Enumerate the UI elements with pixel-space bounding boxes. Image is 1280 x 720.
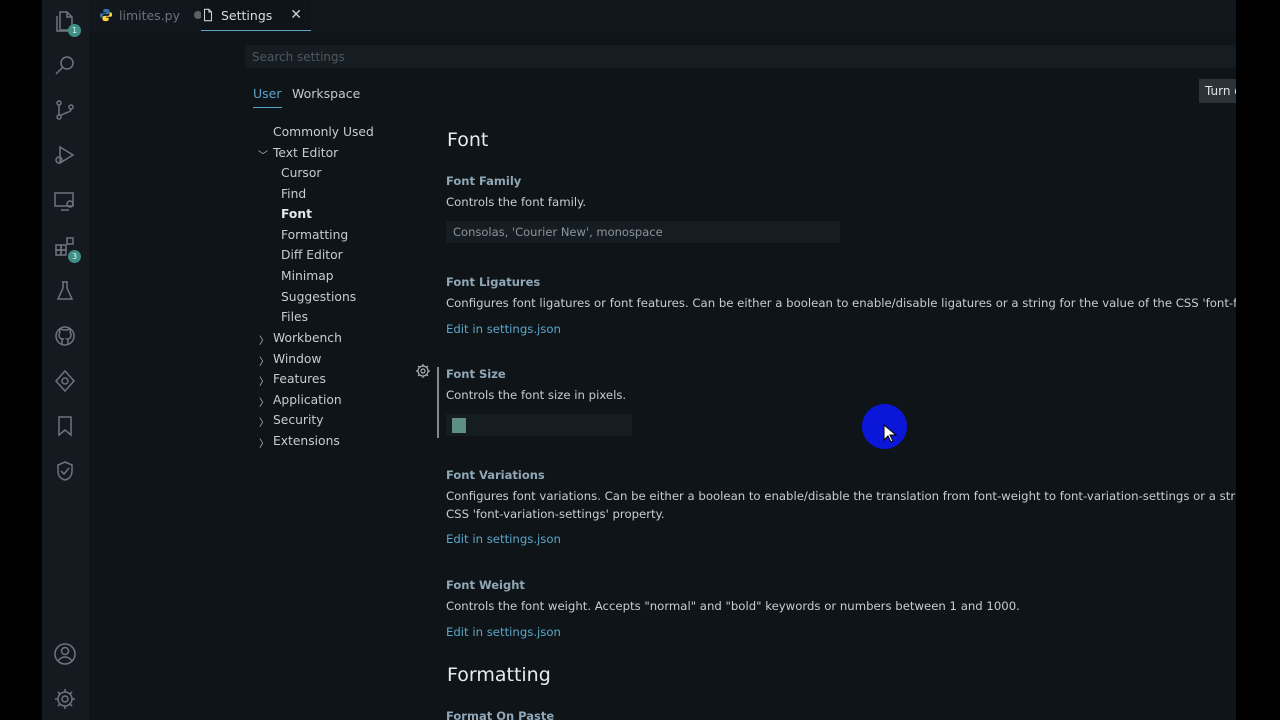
toc-diff-editor[interactable]: Diff Editor bbox=[281, 248, 343, 262]
extensions-icon[interactable]: 3 bbox=[53, 235, 81, 263]
toc-font[interactable]: Font bbox=[281, 207, 312, 221]
tab-settings[interactable]: Settings ✕ bbox=[201, 0, 311, 31]
testing-icon[interactable] bbox=[53, 279, 77, 303]
toc-window[interactable]: Window bbox=[273, 352, 322, 366]
toc-security[interactable]: Security bbox=[273, 413, 324, 427]
toc-formatting[interactable]: Formatting bbox=[281, 228, 348, 242]
activity-bar: 1 3 bbox=[42, 0, 89, 720]
mouse-pointer-icon bbox=[883, 424, 898, 443]
text-selection-highlight bbox=[452, 418, 466, 433]
toc-extensions[interactable]: Extensions bbox=[273, 434, 340, 448]
setting-font-variations-desc-2: CSS 'font-variation-settings' property. bbox=[446, 507, 665, 521]
chevron-right-icon[interactable]: 〉 bbox=[259, 394, 269, 409]
toc-suggestions[interactable]: Suggestions bbox=[281, 290, 356, 304]
file-icon bbox=[201, 8, 215, 22]
font-size-input[interactable] bbox=[446, 414, 632, 436]
tab-label: Settings bbox=[221, 7, 273, 23]
toc-application[interactable]: Application bbox=[273, 393, 342, 407]
edit-in-settings-json-link[interactable]: Edit in settings.json bbox=[446, 532, 561, 546]
remote-explorer-icon[interactable] bbox=[53, 189, 77, 213]
toc-workbench[interactable]: Workbench bbox=[273, 331, 342, 345]
search-settings-input[interactable] bbox=[245, 45, 1236, 68]
tab-user[interactable]: User bbox=[253, 86, 282, 108]
chevron-right-icon[interactable]: 〉 bbox=[259, 414, 269, 429]
setting-font-size-desc: Controls the font size in pixels. bbox=[446, 388, 627, 402]
extensions-badge: 3 bbox=[68, 250, 81, 263]
setting-font-size-title: Font Size bbox=[446, 367, 506, 381]
setting-font-weight-desc: Controls the font weight. Accepts "norma… bbox=[446, 599, 1020, 613]
toc-files[interactable]: Files bbox=[281, 310, 308, 324]
chevron-down-icon[interactable]: ﹀ bbox=[258, 147, 268, 162]
font-family-input[interactable] bbox=[446, 221, 840, 243]
setting-font-family-title: Font Family bbox=[446, 174, 522, 188]
checkmark-shield-icon[interactable] bbox=[53, 459, 77, 483]
right-letterbox bbox=[1236, 0, 1280, 720]
setting-font-ligatures-desc: Configures font ligatures or font featur… bbox=[446, 296, 1236, 310]
toc-commonly-used[interactable]: Commonly Used bbox=[273, 125, 374, 139]
gear-icon[interactable] bbox=[415, 363, 431, 379]
turn-on-settings-sync-button[interactable]: Turn o bbox=[1199, 79, 1239, 103]
close-icon[interactable]: ✕ bbox=[290, 7, 302, 23]
toc-minimap[interactable]: Minimap bbox=[281, 269, 334, 283]
chevron-right-icon[interactable]: 〉 bbox=[259, 332, 269, 347]
toc-features[interactable]: Features bbox=[273, 372, 326, 386]
focused-setting-indicator bbox=[437, 367, 439, 438]
source-control-icon[interactable] bbox=[53, 98, 77, 122]
tab-limites-py[interactable]: limites.py bbox=[99, 0, 203, 30]
edit-in-settings-json-link[interactable]: Edit in settings.json bbox=[446, 322, 561, 336]
toc-text-editor[interactable]: Text Editor bbox=[273, 146, 338, 160]
account-icon[interactable] bbox=[53, 642, 77, 666]
files-icon[interactable]: 1 bbox=[53, 9, 81, 37]
gitlens-icon[interactable] bbox=[53, 369, 77, 393]
search-icon[interactable] bbox=[53, 53, 77, 77]
chevron-right-icon[interactable]: 〉 bbox=[259, 435, 269, 450]
tab-workspace[interactable]: Workspace bbox=[292, 86, 360, 101]
toc-find[interactable]: Find bbox=[281, 187, 306, 201]
setting-font-variations-desc: Configures font variations. Can be eithe… bbox=[446, 489, 1236, 503]
vscode-window: 1 3 limites.py Settings ✕ Search setting… bbox=[0, 0, 1280, 720]
run-debug-icon[interactable] bbox=[53, 143, 77, 167]
toc-cursor[interactable]: Cursor bbox=[281, 166, 321, 180]
tab-label: limites.py bbox=[119, 7, 181, 23]
editor-tab-bar: limites.py Settings ✕ bbox=[89, 0, 1236, 33]
setting-format-on-paste-title: Format On Paste bbox=[446, 709, 555, 720]
setting-font-ligatures-title: Font Ligatures bbox=[446, 275, 541, 289]
edit-in-settings-json-link[interactable]: Edit in settings.json bbox=[446, 625, 561, 639]
chevron-right-icon[interactable]: 〉 bbox=[259, 373, 269, 388]
setting-font-weight-title: Font Weight bbox=[446, 578, 525, 592]
chevron-right-icon[interactable]: 〉 bbox=[259, 353, 269, 368]
settings-gear-icon[interactable] bbox=[53, 687, 77, 711]
explorer-badge: 1 bbox=[68, 24, 81, 37]
section-title-font: Font bbox=[447, 129, 489, 151]
bookmarks-icon[interactable] bbox=[53, 414, 77, 438]
python-file-icon bbox=[99, 8, 113, 22]
section-title-formatting: Formatting bbox=[447, 664, 551, 686]
left-letterbox bbox=[0, 0, 42, 720]
setting-font-variations-title: Font Variations bbox=[446, 468, 545, 482]
github-icon[interactable] bbox=[53, 324, 77, 348]
setting-font-family-desc: Controls the font family. bbox=[446, 195, 587, 209]
